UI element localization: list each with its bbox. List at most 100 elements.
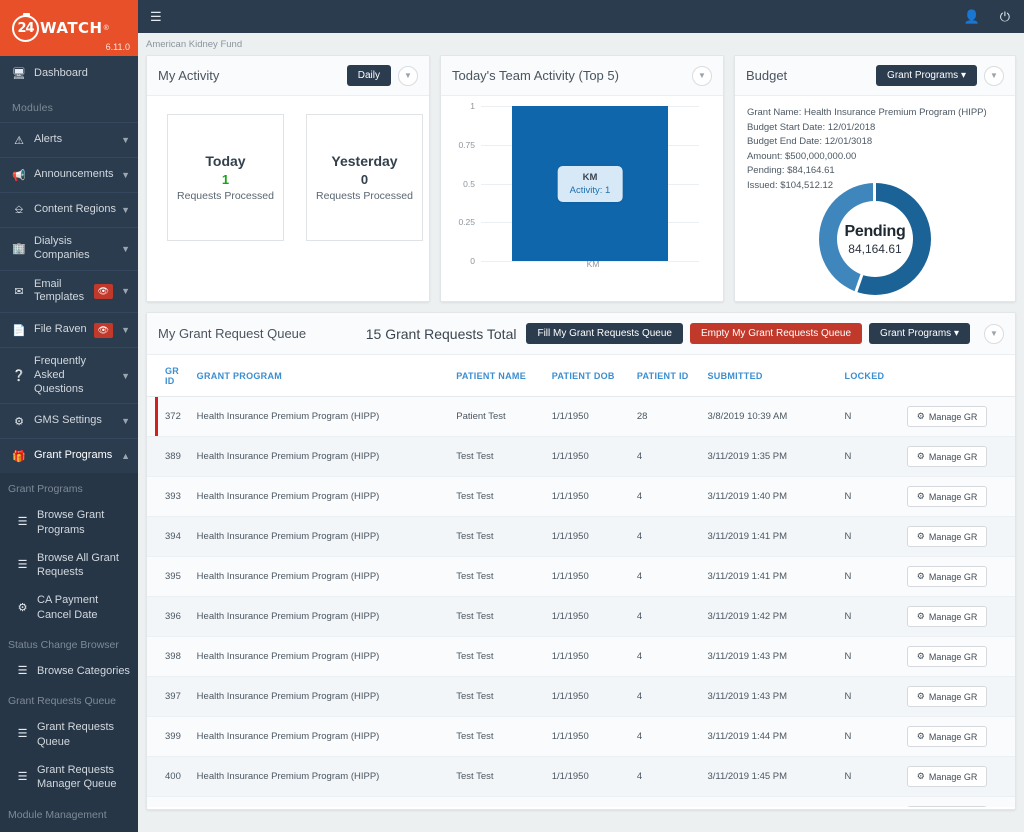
manage-gr-button[interactable]: ⚙Manage GR xyxy=(906,646,988,667)
sidebar-item-file-raven[interactable]: 📄 File Raven 👁 ▼ xyxy=(0,312,138,347)
cell-patient-dob: 1/1/1950 xyxy=(547,636,633,677)
sidebar-item-label: Grant Programs xyxy=(34,449,113,462)
submenu-item-browse-all-grant-requests[interactable]: ☰ Browse All Grant Requests xyxy=(0,544,138,587)
cell-grant-program: Health Insurance Premium Program (HIPP) xyxy=(192,596,453,637)
table-row[interactable]: 393 Health Insurance Premium Program (HIP… xyxy=(147,476,1015,517)
daily-period-button[interactable]: Daily xyxy=(346,65,391,86)
manage-gr-button[interactable]: ⚙Manage GR xyxy=(906,446,988,467)
table-row[interactable]: 372 Health Insurance Premium Program (HIP… xyxy=(147,396,1015,437)
sidebar-item-content-regions[interactable]: ⎒ Content Regions ▼ xyxy=(0,192,138,227)
chevron-down-icon[interactable]: ▼ xyxy=(984,65,1004,86)
cell-gr-id: 400 xyxy=(147,756,193,797)
sidebar-item-label: GMS Settings xyxy=(34,414,102,427)
table-row[interactable]: 395 Health Insurance Premium Program (HIP… xyxy=(147,556,1015,597)
submenu-item-browse-categories[interactable]: ☰ Browse Categories xyxy=(0,657,138,685)
chart-y-tick-label: 1 xyxy=(470,101,475,111)
table-row[interactable]: 398 Health Insurance Premium Program (HIP… xyxy=(147,636,1015,677)
sidebar-item-gms-settings[interactable]: ⚙ GMS Settings ▼ xyxy=(0,403,138,438)
manage-gr-button[interactable]: ⚙Manage GR xyxy=(906,566,988,587)
col-header-patient-name[interactable]: PATIENT NAME xyxy=(452,355,548,397)
col-header-patient-dob[interactable]: PATIENT DOB xyxy=(547,355,633,397)
table-row[interactable]: 401Health Insurance Premium Program (HIP… xyxy=(147,796,1015,807)
submenu-item-browse-grant-programs[interactable]: ☰ Browse Grant Programs xyxy=(0,501,138,544)
table-row[interactable]: 389 Health Insurance Premium Program (HIP… xyxy=(147,436,1015,477)
gear-icon: ⚙ xyxy=(916,651,925,661)
cell-grant-program: Health Insurance Premium Program (HIPP) xyxy=(192,756,453,797)
submenu-item-ca-payment-cancel-date[interactable]: ⚙ CA Payment Cancel Date xyxy=(0,586,138,629)
col-header-grant-program[interactable]: GRANT PROGRAM xyxy=(192,355,453,397)
sidebar-item-grant-programs[interactable]: 🎁 Grant Programs ▲ xyxy=(0,438,138,474)
manage-gr-button[interactable]: ⚙Manage GR xyxy=(906,766,988,787)
user-icon[interactable]: 👤 xyxy=(964,9,980,25)
manage-gr-button[interactable]: ⚙Manage GR xyxy=(906,526,988,547)
my-activity-card: My Activity Daily ▼ Today 1 Requests Pro… xyxy=(146,55,430,302)
list-icon: ☰ xyxy=(17,771,28,784)
budget-grant-programs-dropdown[interactable]: Grant Programs ▾ xyxy=(876,65,977,86)
col-header-submitted[interactable]: SUBMITTED xyxy=(703,355,841,397)
manage-gr-button[interactable]: ⚙Manage GR xyxy=(906,806,988,807)
submenu-item-grant-requests-queue[interactable]: ☰ Grant Requests Queue xyxy=(0,713,138,756)
manage-gr-button[interactable]: ⚙Manage GR xyxy=(906,406,988,427)
sidebar-item-dialysis-companies[interactable]: 🏢 Dialysis Companies ▼ xyxy=(0,227,138,270)
sidebar-item-label: Email Templates xyxy=(34,277,85,304)
submenu-item-label: Browse Categories xyxy=(37,665,130,678)
submenu-item-grant-requests-manager-queue[interactable]: ☰ Grant Requests Manager Queue xyxy=(0,756,138,799)
sidebar-item-faq[interactable]: ❔ Frequently Asked Questions ▼ xyxy=(0,347,138,403)
submenu-item-hide-grant-programs[interactable]: 👁 Hide Grant Programs xyxy=(0,827,138,832)
manage-gr-button[interactable]: ⚙Manage GR xyxy=(906,606,988,627)
cell-grant-program: Health Insurance Premium Program (HIPP) xyxy=(192,556,453,597)
chevron-down-icon[interactable]: ▼ xyxy=(691,65,712,86)
logo-24-badge: 24 xyxy=(12,12,39,42)
cell-patient-dob: 1/1/1950 xyxy=(547,676,633,717)
table-row[interactable]: 397 Health Insurance Premium Program (HIP… xyxy=(147,676,1015,717)
queue-header: My Grant Request Queue 15 Grant Requests… xyxy=(147,313,1015,355)
sidebar-item-email-templates[interactable]: ✉ Email Templates 👁 ▼ xyxy=(0,269,138,313)
table-row[interactable]: 394 Health Insurance Premium Program (HIP… xyxy=(147,516,1015,557)
chevron-down-icon[interactable]: ▼ xyxy=(984,323,1004,344)
grant-requests-table: GR ID GRANT PROGRAM PATIENT NAME PATIENT… xyxy=(147,355,1015,807)
warning-triangle-icon: ⚠ xyxy=(14,134,24,147)
budget-pending: Pending: $84,164.61 xyxy=(746,165,835,176)
donut-center-label: Pending 84,164.61 xyxy=(819,183,931,295)
sidebar-item-announcements[interactable]: 📢 Announcements ▼ xyxy=(0,157,138,192)
power-icon[interactable]: ⏻ xyxy=(1000,9,1010,25)
chart-y-tick-label: 0.5 xyxy=(463,178,475,189)
empty-queue-button[interactable]: Empty My Grant Requests Queue xyxy=(689,323,863,344)
table-row[interactable]: 396 Health Insurance Premium Program (HIP… xyxy=(147,596,1015,637)
sidebar-item-dashboard[interactable]: 🖥 Dashboard xyxy=(0,56,138,91)
activity-box-today: Today 1 Requests Processed xyxy=(167,114,284,241)
cell-patient-id: 4 xyxy=(632,796,704,807)
cell-patient-dob: 1/1/1950 xyxy=(547,716,633,757)
fill-queue-button[interactable]: Fill My Grant Requests Queue xyxy=(526,323,683,344)
table-row[interactable]: 400 Health Insurance Premium Program (HIP… xyxy=(147,756,1015,797)
col-header-gr-id[interactable]: GR ID xyxy=(147,355,193,397)
cell-patient-id: 4 xyxy=(632,756,704,797)
gear-icon: ⚙ xyxy=(916,491,925,501)
list-icon: ☰ xyxy=(17,558,28,571)
manage-gr-label: Manage GR xyxy=(928,571,978,582)
cell-gr-id: 394 xyxy=(147,516,193,557)
building-icon: 🏢 xyxy=(12,243,26,256)
cell-actions: ⚙Manage GR xyxy=(902,476,1015,517)
queue-grant-programs-dropdown[interactable]: Grant Programs ▾ xyxy=(869,323,970,344)
chevron-down-icon[interactable]: ▼ xyxy=(397,65,418,86)
manage-gr-button[interactable]: ⚙Manage GR xyxy=(906,486,988,507)
gear-icon: ⚙ xyxy=(916,691,925,701)
budget-body: Grant Name: Health Insurance Premium Pro… xyxy=(735,96,1015,301)
cell-grant-program: Health Insurance Premium Program (HIPP) xyxy=(192,436,453,477)
table-row[interactable]: 399 Health Insurance Premium Program (HIP… xyxy=(147,716,1015,757)
manage-gr-button[interactable]: ⚙Manage GR xyxy=(906,686,988,707)
cell-actions: ⚙Manage GR xyxy=(902,436,1015,477)
sitemap-icon: ⎒ xyxy=(14,203,24,216)
cell-gr-id: 396 xyxy=(147,596,193,637)
col-header-locked[interactable]: LOCKED xyxy=(840,355,903,397)
cell-patient-name: Test Test xyxy=(452,796,548,807)
hamburger-menu-icon[interactable]: ☰ xyxy=(150,9,162,25)
cell-submitted: 3/11/2019 1:41 PM xyxy=(703,516,841,557)
cell-submitted: 3/11/2019 1:43 PM xyxy=(703,676,841,717)
cell-patient-dob: 1/1/1950 xyxy=(547,516,633,557)
sidebar-item-alerts[interactable]: ⚠ Alerts ▼ xyxy=(0,122,138,157)
col-header-patient-id[interactable]: PATIENT ID xyxy=(632,355,704,397)
manage-gr-button[interactable]: ⚙Manage GR xyxy=(906,726,988,747)
brand-logo[interactable]: 24 WATCH ® 6.11.0 xyxy=(0,0,138,56)
